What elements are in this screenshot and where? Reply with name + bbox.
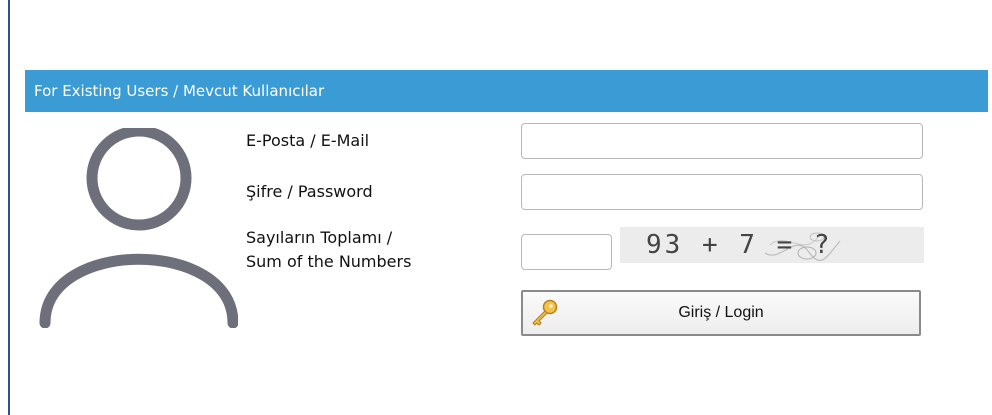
- captcha-input[interactable]: [521, 234, 612, 270]
- captcha-label-line2: Sum of the Numbers: [246, 252, 412, 271]
- captcha-text: 93 + 7 = ?: [646, 230, 833, 260]
- email-label: E-Posta / E-Mail: [246, 131, 370, 150]
- user-avatar-icon: [39, 128, 238, 328]
- login-button[interactable]: Giriş / Login: [521, 290, 921, 336]
- email-input[interactable]: [521, 123, 923, 159]
- password-label: Şifre / Password: [246, 182, 373, 201]
- captcha-noise: 93 + 7 = ?: [646, 230, 841, 262]
- existing-users-panel: For Existing Users / Mevcut Kullanıcılar…: [25, 70, 988, 415]
- password-input[interactable]: [521, 174, 923, 210]
- login-label: Giriş / Login: [678, 304, 764, 321]
- captcha-label-line1: Sayıların Toplamı /: [246, 228, 393, 247]
- left-border: [8, 0, 10, 415]
- captcha-image: 93 + 7 = ?: [620, 227, 924, 263]
- section-header: For Existing Users / Mevcut Kullanıcılar: [25, 70, 988, 112]
